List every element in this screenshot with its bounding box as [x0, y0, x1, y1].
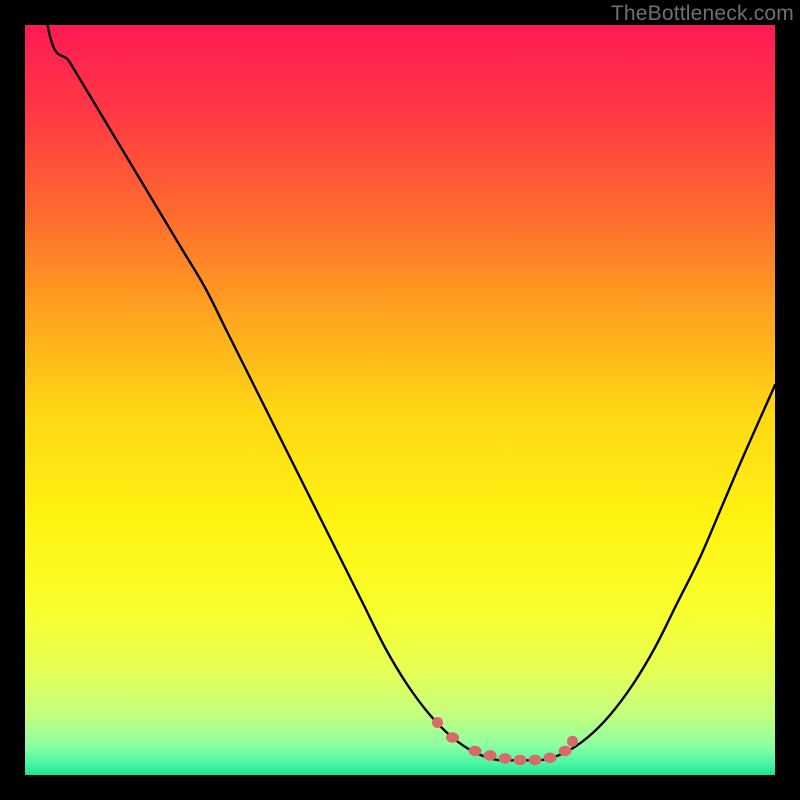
- highlight-dot: [567, 736, 578, 747]
- highlight-dot: [469, 746, 482, 756]
- bottleneck-chart: [25, 25, 775, 775]
- highlight-dot: [559, 746, 572, 756]
- highlight-dot: [484, 750, 497, 760]
- highlight-dot: [432, 717, 443, 728]
- highlight-dot: [529, 755, 542, 765]
- highlight-dot: [446, 732, 459, 742]
- watermark-text: TheBottleneck.com: [611, 2, 794, 26]
- highlight-dot: [514, 755, 527, 765]
- highlight-dot: [544, 753, 557, 763]
- chart-frame: [25, 25, 775, 775]
- gradient-background: [25, 25, 775, 775]
- highlight-dot: [499, 753, 512, 763]
